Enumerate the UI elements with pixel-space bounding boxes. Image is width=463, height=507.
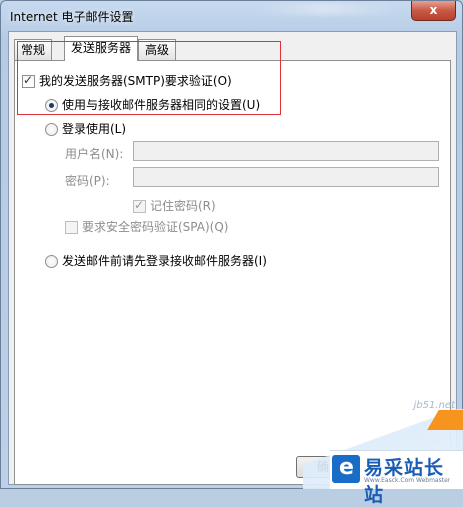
title-bar-blur bbox=[251, 3, 401, 15]
watermark-logo: 易采站长站 Www.Easck.Com Webmaster bbox=[330, 450, 463, 506]
login-incoming-first-radio[interactable] bbox=[45, 255, 58, 268]
tab-advanced[interactable]: 高级 bbox=[138, 39, 177, 60]
remember-password-row[interactable]: 记住密码(R) bbox=[133, 197, 216, 214]
login-using-radio[interactable] bbox=[45, 123, 58, 136]
login-incoming-first-label: 发送邮件前请先登录接收邮件服务器(I) bbox=[62, 254, 267, 268]
spa-checkbox[interactable] bbox=[65, 221, 78, 234]
watermark-orange-accent bbox=[423, 410, 463, 430]
watermark-e-icon bbox=[332, 455, 360, 483]
title-bar[interactable]: Internet 电子邮件设置 x bbox=[1, 1, 462, 31]
password-field[interactable] bbox=[133, 167, 439, 187]
watermark-subtitle: Www.Easck.Com Webmaster bbox=[364, 477, 451, 484]
tab-outgoing-server[interactable]: 发送服务器 bbox=[64, 36, 139, 61]
password-label: 密码(P): bbox=[65, 174, 110, 188]
username-field[interactable] bbox=[133, 141, 439, 161]
username-label: 用户名(N): bbox=[65, 147, 124, 161]
login-using-label: 登录使用(L) bbox=[62, 122, 127, 136]
close-button[interactable]: x bbox=[411, 1, 456, 21]
remember-password-label: 记住密码(R) bbox=[150, 199, 216, 213]
require-auth-label: 我的发送服务器(SMTP)要求验证(O) bbox=[39, 74, 232, 88]
spa-label: 要求安全密码验证(SPA)(Q) bbox=[82, 220, 229, 234]
login-incoming-first-row[interactable]: 发送邮件前请先登录接收邮件服务器(I) bbox=[45, 252, 267, 269]
spa-row[interactable]: 要求安全密码验证(SPA)(Q) bbox=[65, 218, 228, 235]
remember-password-checkbox[interactable] bbox=[133, 198, 146, 213]
same-settings-label: 使用与接收邮件服务器相同的设置(U) bbox=[62, 98, 261, 112]
login-using-row[interactable]: 登录使用(L) bbox=[45, 120, 126, 137]
same-settings-radio[interactable] bbox=[45, 99, 58, 112]
require-auth-checkbox[interactable] bbox=[22, 73, 35, 88]
window-title: Internet 电子邮件设置 bbox=[10, 10, 134, 24]
same-settings-row[interactable]: 使用与接收邮件服务器相同的设置(U) bbox=[45, 96, 260, 113]
require-auth-row[interactable]: 我的发送服务器(SMTP)要求验证(O) bbox=[22, 72, 232, 89]
tab-general[interactable]: 常规 bbox=[14, 39, 53, 60]
